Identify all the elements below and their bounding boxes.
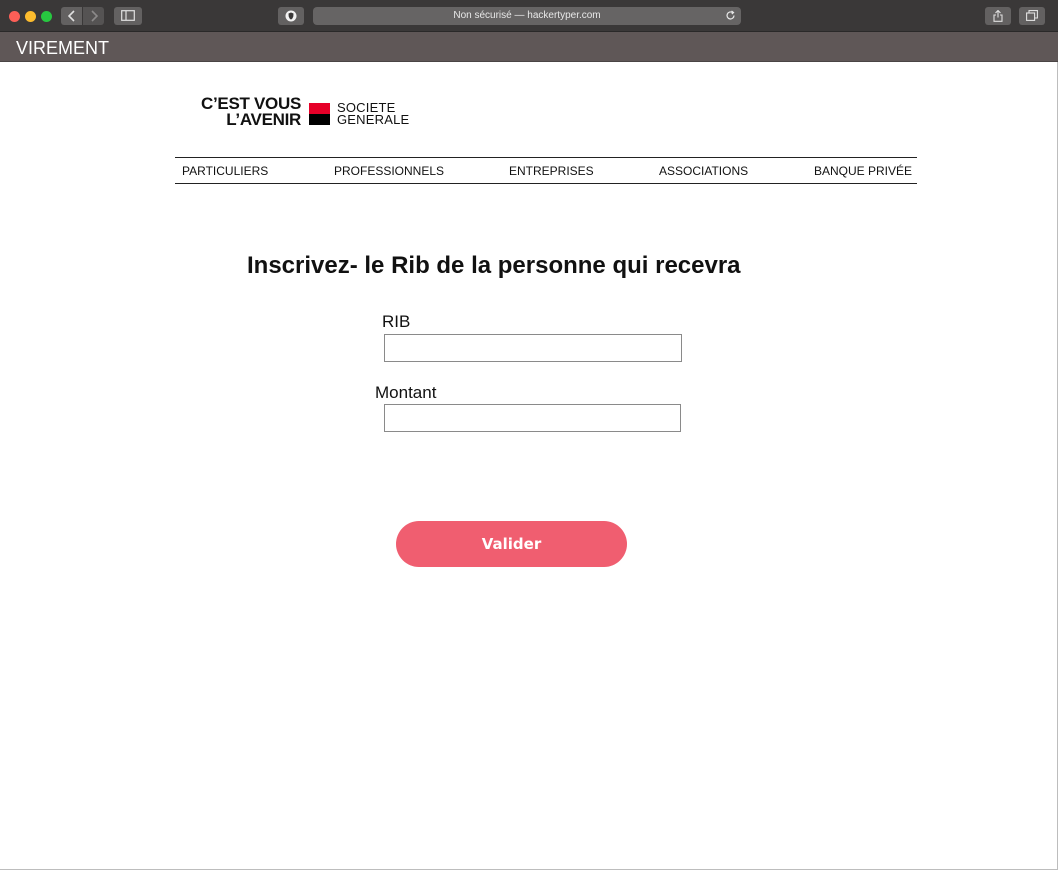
rib-input[interactable] (384, 334, 682, 362)
share-icon (993, 10, 1003, 22)
nav-item-associations[interactable]: ASSOCIATIONS (659, 164, 748, 178)
tab-title[interactable]: VIREMENT (16, 38, 109, 59)
reload-icon[interactable] (725, 10, 736, 21)
nav-item-banque-privee[interactable]: BANQUE PRIVÉE (814, 164, 912, 178)
address-text: Non sécurisé — hackertyper.com (453, 10, 601, 21)
shield-icon (285, 10, 297, 22)
tab-bar: VIREMENT (0, 32, 1058, 62)
sidebar-toggle-button[interactable] (114, 7, 142, 25)
browser-toolbar: Non sécurisé — hackertyper.com (0, 0, 1058, 32)
validate-button[interactable]: Valider (396, 521, 627, 567)
brand-name: SOCIETE GENERALE (337, 101, 410, 127)
back-icon (67, 10, 75, 22)
sidebar-icon (121, 10, 135, 21)
privacy-report-button[interactable] (278, 7, 304, 25)
amount-label: Montant (375, 383, 437, 402)
amount-input[interactable] (384, 404, 681, 432)
show-tabs-button[interactable] (1019, 7, 1045, 25)
logo-slogan: C’EST VOUS L’AVENIR (175, 95, 301, 129)
maximize-window-button[interactable] (41, 11, 52, 22)
close-window-button[interactable] (9, 11, 20, 22)
forward-icon (90, 10, 98, 22)
page-title: Inscrivez- le Rib de la personne qui rec… (247, 252, 741, 279)
tabs-icon (1026, 10, 1038, 21)
back-button[interactable] (61, 7, 82, 25)
share-button[interactable] (985, 7, 1011, 25)
brand-line-2: GENERALE (337, 112, 410, 127)
address-bar[interactable]: Non sécurisé — hackertyper.com (313, 7, 741, 25)
nav-item-particuliers[interactable]: PARTICULIERS (182, 164, 268, 178)
rib-label: RIB (382, 312, 411, 331)
nav-item-professionnels[interactable]: PROFESSIONNELS (334, 164, 444, 178)
nav-item-entreprises[interactable]: ENTREPRISES (509, 164, 594, 178)
brand-flag-icon (309, 103, 330, 125)
main-navigation: PARTICULIERS PROFESSIONNELS ENTREPRISES … (175, 157, 917, 184)
minimize-window-button[interactable] (25, 11, 36, 22)
slogan-line-2: L’AVENIR (226, 110, 301, 129)
forward-button[interactable] (83, 7, 104, 25)
